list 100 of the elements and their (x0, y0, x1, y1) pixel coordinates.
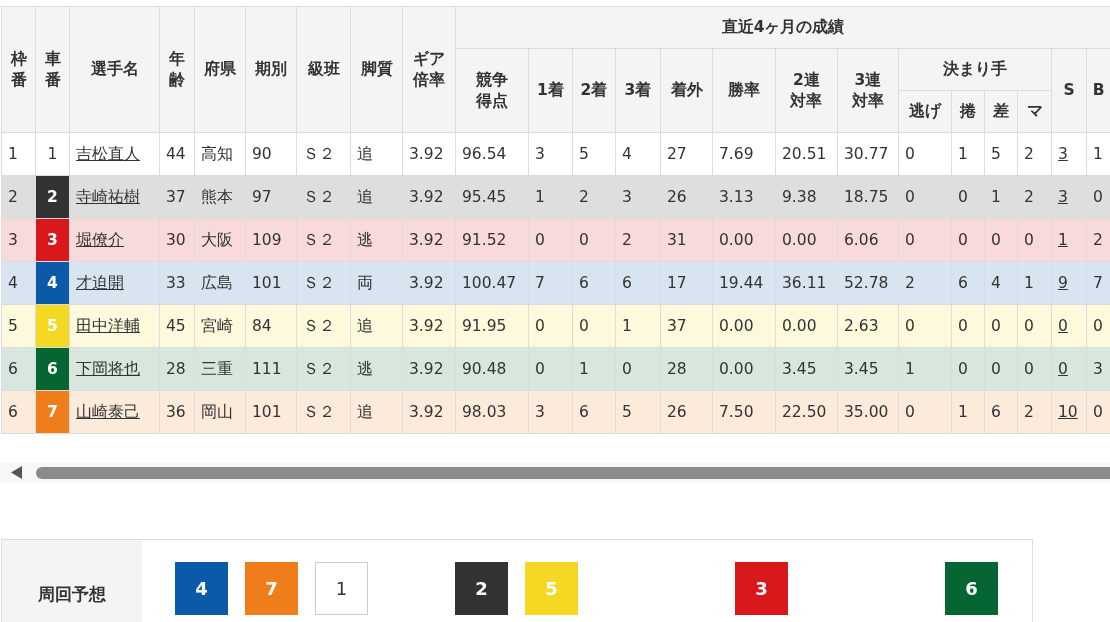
table-cell: 6 (1, 347, 36, 391)
table-cell: 101 (245, 390, 297, 434)
table-cell: 2 (1017, 132, 1052, 176)
car-number-box: 2 (455, 562, 508, 615)
table-cell: 17 (660, 261, 713, 305)
table-cell: 追 (350, 390, 403, 434)
table-cell: 0 (1017, 218, 1052, 262)
table-cell: 4 (984, 261, 1018, 305)
stat-link[interactable]: 0 (1058, 317, 1068, 335)
table-cell: 追 (350, 175, 403, 219)
car-number-cell: 4 (35, 261, 70, 305)
table-cell: Ｓ２ (296, 304, 351, 348)
column-header: 2着 (572, 48, 616, 133)
table-cell: 7.50 (712, 390, 776, 434)
table-cell: 2 (1017, 390, 1052, 434)
table-cell: 0 (984, 347, 1018, 391)
table-cell: 熊本 (194, 175, 246, 219)
table-cell: 100.47 (455, 261, 529, 305)
stat-link[interactable]: 0 (1058, 360, 1068, 378)
table-cell: 0 (528, 218, 573, 262)
table-cell: 0 (572, 304, 616, 348)
table-cell: 2.63 (837, 304, 899, 348)
car-number-box: 7 (245, 562, 298, 615)
table-cell: 18.75 (837, 175, 899, 219)
table-cell: 3.92 (402, 261, 456, 305)
table-cell: 3.92 (402, 132, 456, 176)
table-cell: 1 (984, 175, 1018, 219)
table-cell: 20.51 (775, 132, 838, 176)
column-header: 年齢 (159, 6, 195, 133)
table-cell: 0 (951, 175, 985, 219)
column-header: 3連対率 (837, 48, 899, 133)
table-cell: 岡山 (194, 390, 246, 434)
table-cell: Ｓ２ (296, 218, 351, 262)
table-cell: 2 (898, 261, 952, 305)
stat-link[interactable]: 1 (1058, 231, 1068, 249)
scrollbar-thumb[interactable] (36, 466, 1110, 479)
table-cell: 91.95 (455, 304, 529, 348)
table-cell: 9.38 (775, 175, 838, 219)
table-cell: 109 (245, 218, 297, 262)
table-cell: 三重 (194, 347, 246, 391)
table-cell: Ｓ２ (296, 261, 351, 305)
table-cell: 28 (159, 347, 195, 391)
table-cell: 6 (572, 390, 616, 434)
table-cell: 0 (898, 218, 952, 262)
car-number-box: 4 (175, 562, 228, 615)
table-cell: 90 (245, 132, 297, 176)
table-cell: 3.92 (402, 347, 456, 391)
car-number-cell: 5 (35, 304, 70, 348)
table-cell: 98.03 (455, 390, 529, 434)
table-cell: 0 (898, 304, 952, 348)
table-cell: 33 (159, 261, 195, 305)
table-cell: 3.45 (837, 347, 899, 391)
car-number-box: 3 (735, 562, 788, 615)
table-cell: 5 (615, 390, 661, 434)
column-header: 勝率 (712, 48, 776, 133)
table-cell: 1 (615, 304, 661, 348)
table-cell: 97 (245, 175, 297, 219)
table-cell: 3.45 (775, 347, 838, 391)
table-cell: 6.06 (837, 218, 899, 262)
table-cell: 3.92 (402, 218, 456, 262)
table-cell: 26 (660, 175, 713, 219)
table-cell: 6 (951, 261, 985, 305)
table-cell: 3 (528, 390, 573, 434)
stat-link[interactable]: 3 (1058, 188, 1068, 206)
table-cell: 3.92 (402, 390, 456, 434)
table-cell: 逃 (350, 347, 403, 391)
scroll-left-icon[interactable] (11, 466, 22, 479)
column-header: 3着 (615, 48, 661, 133)
table-cell: 5 (1, 304, 36, 348)
table-cell: 36 (159, 390, 195, 434)
table-cell: 0 (951, 347, 985, 391)
table-cell: 4 (615, 132, 661, 176)
table-cell: 宮崎 (194, 304, 246, 348)
table-cell: 5 (572, 132, 616, 176)
table-cell: Ｓ２ (296, 132, 351, 176)
car-number-cell: 2 (35, 175, 70, 219)
table-cell: 1 (572, 347, 616, 391)
car-number-box: 6 (945, 562, 998, 615)
table-cell: 1 (528, 175, 573, 219)
horizontal-scrollbar[interactable] (0, 463, 1110, 482)
car-number-cell: 7 (35, 390, 70, 434)
table-cell: 45 (159, 304, 195, 348)
table-cell: 19.44 (712, 261, 776, 305)
table-cell: 0 (898, 390, 952, 434)
table-cell: 37 (159, 175, 195, 219)
table-cell: 2 (1017, 175, 1052, 219)
table-cell: 追 (350, 304, 403, 348)
table-cell: 3.92 (402, 304, 456, 348)
table-cell: 1 (898, 347, 952, 391)
column-header: 車番 (35, 6, 70, 133)
stat-link[interactable]: 9 (1058, 274, 1068, 292)
table-cell: 84 (245, 304, 297, 348)
column-header: S (1051, 48, 1087, 133)
table-cell: 101 (245, 261, 297, 305)
table-cell: 3 (1, 218, 36, 262)
table-cell: 高知 (194, 132, 246, 176)
stat-link[interactable]: 3 (1058, 145, 1068, 163)
table-cell: 0 (572, 218, 616, 262)
table-cell: 6 (615, 261, 661, 305)
table-cell: 5 (984, 132, 1018, 176)
